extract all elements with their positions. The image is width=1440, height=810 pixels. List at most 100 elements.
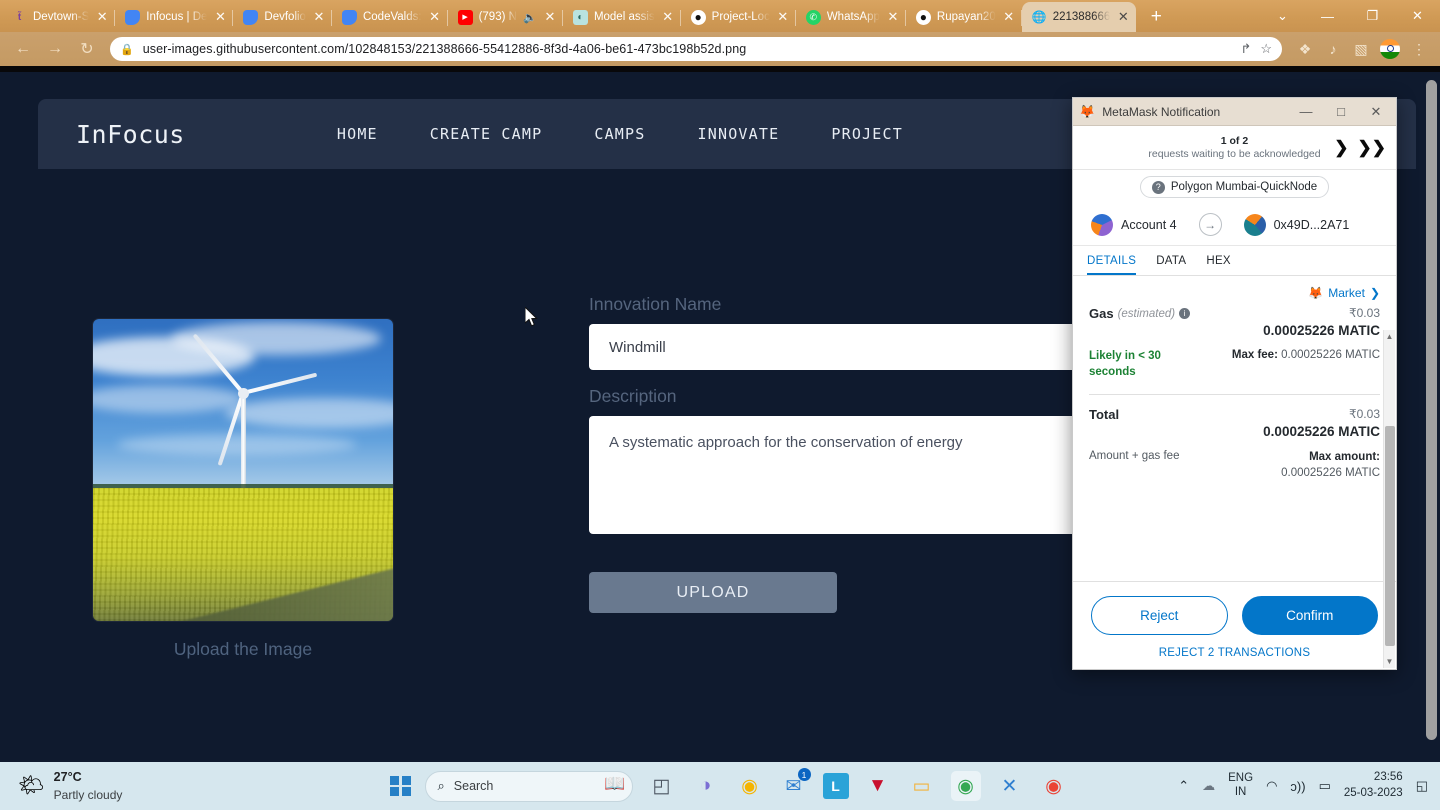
total-label: Total <box>1089 407 1120 423</box>
metamask-scrollbar[interactable]: ▲ ▼ <box>1383 330 1395 668</box>
onedrive-icon[interactable]: ☁ <box>1202 778 1215 794</box>
tab-close-icon[interactable]: ✕ <box>776 9 790 25</box>
minimize-button[interactable]: — <box>1305 0 1350 32</box>
task-view-icon[interactable]: ◰ <box>647 771 677 801</box>
reject-button[interactable]: Reject <box>1091 596 1228 635</box>
upload-button[interactable]: UPLOAD <box>589 572 837 613</box>
bookmark-star-icon[interactable]: ☆ <box>1260 41 1272 57</box>
nav-link-create-camp[interactable]: CREATE CAMP <box>430 125 543 143</box>
scroll-down-icon[interactable]: ▼ <box>1384 655 1395 668</box>
tab-data[interactable]: DATA <box>1156 246 1186 275</box>
browser-tab[interactable]: ▶ (793) N 🔈 ✕ <box>448 2 563 32</box>
nav-link-innovate[interactable]: INNOVATE <box>698 125 780 143</box>
browser-tab[interactable]: Infocus | De ✕ <box>115 2 234 32</box>
taskbar-search[interactable]: ⌕ Search 📖 <box>424 770 633 802</box>
tab-close-icon[interactable]: ✕ <box>1002 9 1016 25</box>
extensions-icon[interactable]: ❖ <box>1292 36 1318 62</box>
metamask-minimize-button[interactable]: — <box>1292 104 1320 119</box>
page-scrollbar[interactable] <box>1426 72 1437 762</box>
max-fee-value: 0.00025226 MATIC <box>1281 349 1380 361</box>
tab-mute-icon[interactable]: 🔈 <box>523 11 537 24</box>
clock[interactable]: 23:56 25-03-2023 <box>1344 770 1403 801</box>
chrome-icon[interactable]: ◉ <box>735 771 765 801</box>
profile-avatar[interactable] <box>1380 39 1400 59</box>
browser-tab[interactable]: Devfolio ✕ <box>233 2 332 32</box>
gas-info-icon[interactable]: i <box>1179 308 1191 319</box>
forward-icon[interactable]: → <box>40 35 70 63</box>
browser-tab-active[interactable]: 🌐 221388666 ✕ <box>1021 2 1137 32</box>
requests-subtitle: requests waiting to be acknowledged <box>1148 148 1321 160</box>
back-icon[interactable]: ← <box>8 35 38 63</box>
language-indicator[interactable]: ENG IN <box>1228 772 1253 800</box>
metamask-scrollbar-thumb[interactable] <box>1385 426 1395 646</box>
reject-all-transactions-link[interactable]: REJECT 2 TRANSACTIONS <box>1091 647 1378 659</box>
tab-close-icon[interactable]: ✕ <box>1116 9 1130 25</box>
volume-icon[interactable]: ᴐ)) <box>1290 779 1305 794</box>
tab-close-icon[interactable]: ✕ <box>543 9 557 25</box>
browser-tab[interactable]: ● Project-Loc ✕ <box>681 2 796 32</box>
network-pill[interactable]: ? Polygon Mumbai-QuickNode <box>1139 176 1330 198</box>
tab-hex[interactable]: HEX <box>1206 246 1231 275</box>
to-account-address[interactable]: 0x49D...2A71 <box>1274 218 1350 232</box>
tab-search-icon[interactable]: ⌄ <box>1260 0 1305 32</box>
file-explorer-icon[interactable]: ▭ <box>907 771 937 801</box>
site-brand[interactable]: InFocus <box>76 120 185 149</box>
tab-details[interactable]: DETAILS <box>1087 246 1136 275</box>
lenovo-icon[interactable]: L <box>822 773 849 799</box>
market-link[interactable]: 🦊 Market ❯ <box>1089 286 1380 300</box>
request-nav-arrows: ❯ ❯❯ <box>1334 138 1386 158</box>
metamask-window-title: MetaMask Notification <box>1102 104 1221 119</box>
tab-close-icon[interactable]: ✕ <box>312 9 326 25</box>
new-tab-button[interactable]: + <box>1142 3 1170 31</box>
nav-link-project[interactable]: PROJECT <box>831 125 903 143</box>
battery-icon[interactable]: ▭ <box>1319 778 1331 794</box>
page-scrollbar-thumb[interactable] <box>1426 80 1437 740</box>
side-panel-icon[interactable]: ▧ <box>1348 36 1374 62</box>
next-request-icon[interactable]: ❯ <box>1334 138 1348 158</box>
scroll-up-icon[interactable]: ▲ <box>1384 330 1395 343</box>
tab-close-icon[interactable]: ✕ <box>886 9 900 25</box>
browser-tab[interactable]: CodeValds: ✕ <box>332 2 448 32</box>
nav-link-home[interactable]: HOME <box>337 125 378 143</box>
uploaded-image-preview[interactable] <box>93 319 393 621</box>
chrome-menu-icon[interactable]: ⋮ <box>1406 36 1432 62</box>
mouse-cursor <box>525 307 538 327</box>
share-icon[interactable]: ↱ <box>1240 41 1251 57</box>
tray-chevron-icon[interactable]: ⌃ <box>1178 778 1189 794</box>
from-account-name[interactable]: Account 4 <box>1121 218 1177 232</box>
tab-close-icon[interactable]: ✕ <box>213 9 227 25</box>
metamask-maximize-button[interactable]: □ <box>1327 104 1355 119</box>
wifi-icon[interactable]: ◠ <box>1266 778 1277 794</box>
confirm-button[interactable]: Confirm <box>1241 596 1378 635</box>
mail-icon[interactable]: ✉ 1 <box>779 768 811 801</box>
nav-link-camps[interactable]: CAMPS <box>594 125 645 143</box>
browser-tab[interactable]: ◐ Model assis ✕ <box>563 2 681 32</box>
vscode-icon[interactable]: ✕ <box>995 771 1025 801</box>
teams-icon[interactable]: ◑ <box>691 771 721 801</box>
tab-close-icon[interactable]: ✕ <box>661 9 675 25</box>
tab-close-icon[interactable]: ✕ <box>428 9 442 25</box>
total-fiat-amount: ₹0.03 <box>1349 407 1380 422</box>
reload-icon[interactable]: ↻ <box>72 35 102 63</box>
reading-list-icon[interactable]: ♪ <box>1320 36 1346 62</box>
max-fee-row: Max fee: 0.00025226 MATIC <box>1232 349 1380 361</box>
maximize-button[interactable]: ❐ <box>1350 0 1395 32</box>
browser-tab[interactable]: ✆ WhatsApp ✕ <box>796 2 906 32</box>
mcafee-icon[interactable]: ▼ <box>863 771 893 801</box>
tab-close-icon[interactable]: ✕ <box>95 9 109 25</box>
start-button[interactable] <box>390 775 411 797</box>
address-bar[interactable]: 🔒 user-images.githubusercontent.com/1028… <box>110 37 1282 61</box>
browser-tab[interactable]: ● Rupayan20 ✕ <box>906 2 1022 32</box>
chrome-icon-2[interactable]: ◉ <box>1039 771 1069 801</box>
browser-tab[interactable]: t̃ Devtown-S ✕ <box>2 2 116 32</box>
notification-center-icon[interactable]: ◱ <box>1416 778 1428 794</box>
chrome-active-icon[interactable]: ◉ <box>950 771 981 801</box>
last-request-icon[interactable]: ❯❯ <box>1358 138 1387 158</box>
partly-cloudy-icon: 🌤 <box>18 774 45 797</box>
tab-title: Devtown-S <box>33 11 90 23</box>
metamask-close-button[interactable]: ✕ <box>1362 104 1390 120</box>
weather-text: 27°C Partly cloudy <box>54 768 123 804</box>
metamask-footer: Reject Confirm REJECT 2 TRANSACTIONS <box>1073 581 1396 669</box>
close-button[interactable]: ✕ <box>1395 0 1440 32</box>
weather-widget[interactable]: 🌤 27°C Partly cloudy <box>0 768 390 804</box>
